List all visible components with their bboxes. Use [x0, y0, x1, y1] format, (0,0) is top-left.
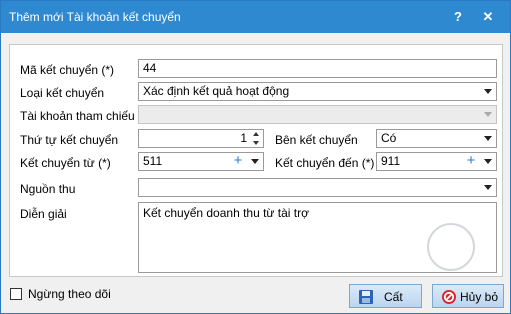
loai-ket-chuyen-value: Xác định kết quả hoạt động: [143, 84, 290, 98]
label-dien-giai: Diễn giải: [20, 207, 67, 221]
plus-icon[interactable]: +: [464, 153, 478, 170]
nguon-thu-select[interactable]: [138, 178, 497, 197]
ben-ket-chuyen-value: Có: [381, 131, 397, 145]
floppy-disk-icon: [358, 289, 374, 305]
title-bar: Thêm mới Tài khoản kết chuyển ? ✕: [1, 1, 510, 33]
save-label: Cất: [384, 290, 403, 304]
spin-arrows-icon[interactable]: [252, 130, 262, 147]
label-loai-ket-chuyen: Loại kết chuyển: [20, 86, 105, 100]
ma-ket-chuyen-input[interactable]: 44: [138, 59, 497, 78]
plus-icon[interactable]: +: [231, 153, 245, 170]
chevron-down-icon[interactable]: [249, 153, 261, 170]
save-button[interactable]: Cất: [349, 284, 422, 308]
ben-ket-chuyen-select[interactable]: Có: [376, 129, 497, 148]
help-button[interactable]: ?: [448, 7, 468, 27]
chevron-down-icon[interactable]: [482, 179, 494, 196]
watermark-stamp: [427, 223, 475, 271]
tai-khoan-tham-chieu-select: [138, 105, 497, 124]
label-ket-chuyen-tu: Kết chuyển từ (*): [20, 156, 111, 170]
ket-chuyen-den-value: 911: [381, 154, 401, 168]
chevron-down-icon: [482, 106, 494, 123]
dien-giai-value: Kết chuyển doanh thu từ tài trợ: [143, 206, 310, 220]
dialog-window: Thêm mới Tài khoản kết chuyển ? ✕ Mã kết…: [0, 0, 511, 314]
chevron-down-icon[interactable]: [482, 130, 494, 147]
chevron-down-icon[interactable]: [482, 83, 494, 100]
thu-tu-ket-chuyen-value: 1: [240, 131, 247, 145]
cancel-label: Hủy bỏ: [460, 290, 499, 304]
label-tai-khoan-tham-chieu: Tài khoản tham chiếu: [20, 109, 135, 123]
chevron-down-icon[interactable]: [482, 153, 494, 170]
ket-chuyen-tu-value: 511: [143, 154, 163, 168]
loai-ket-chuyen-select[interactable]: Xác định kết quả hoạt động: [138, 82, 497, 101]
cancel-circle-icon: [441, 289, 457, 305]
window-title: Thêm mới Tài khoản kết chuyển: [9, 10, 181, 24]
ket-chuyen-den-select[interactable]: 911 +: [376, 152, 497, 171]
ngung-theo-doi-checkbox[interactable]: [10, 288, 22, 300]
label-ma-ket-chuyen: Mã kết chuyển (*): [20, 63, 115, 77]
ngung-theo-doi-label: Ngừng theo dõi: [28, 287, 111, 301]
thu-tu-ket-chuyen-stepper[interactable]: 1: [138, 129, 264, 148]
label-thu-tu-ket-chuyen: Thứ tự kết chuyển: [20, 133, 119, 147]
label-ben-ket-chuyen: Bên kết chuyển: [275, 133, 358, 147]
cancel-button[interactable]: Hủy bỏ: [432, 284, 504, 308]
ma-ket-chuyen-value: 44: [143, 61, 157, 75]
ket-chuyen-tu-select[interactable]: 511 +: [138, 152, 264, 171]
label-ket-chuyen-den: Kết chuyển đến (*): [275, 156, 375, 170]
label-nguon-thu: Nguồn thu: [20, 182, 76, 196]
close-button[interactable]: ✕: [478, 7, 498, 27]
